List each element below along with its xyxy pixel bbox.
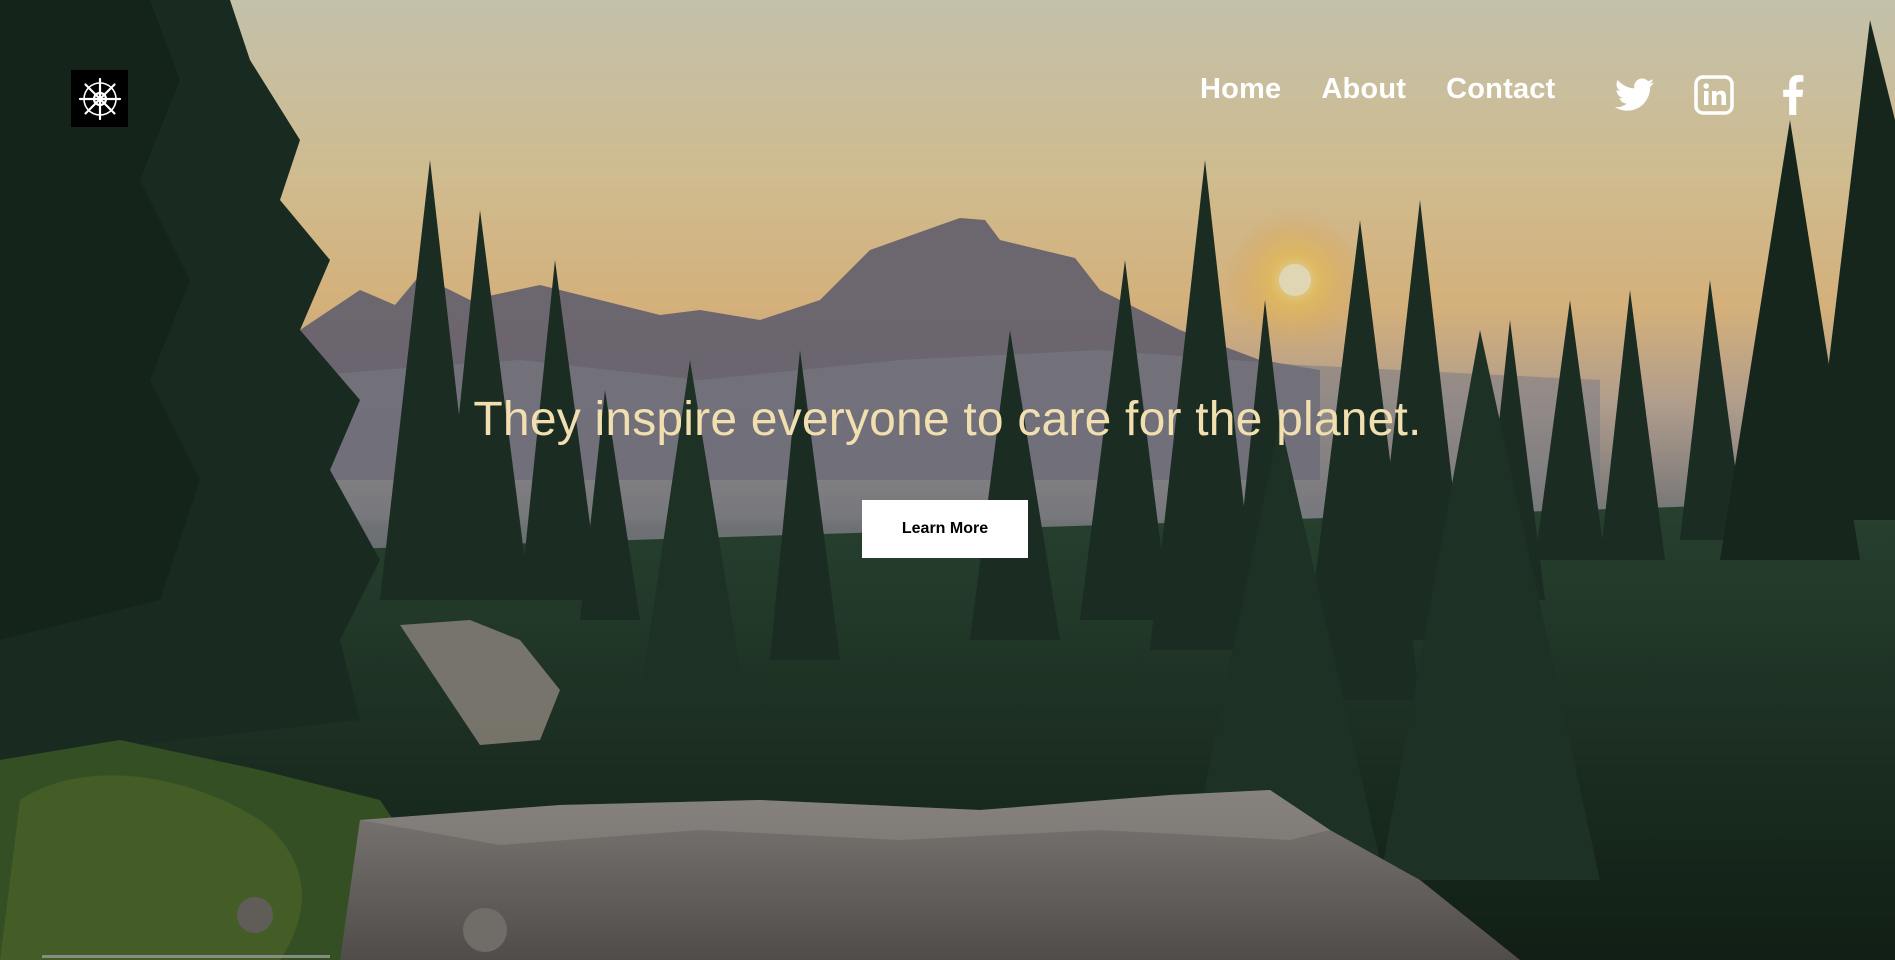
hero-background-image: [0, 0, 1895, 960]
main-nav: Home About Contact: [1200, 70, 1595, 108]
facebook-icon[interactable]: [1772, 74, 1814, 116]
nav-link-home[interactable]: Home: [1200, 73, 1281, 106]
site-logo[interactable]: [71, 70, 128, 127]
hero-headline: They inspire everyone to care for the pl…: [473, 393, 1422, 446]
nav-link-contact[interactable]: Contact: [1446, 73, 1555, 106]
hero-section: Home About Contact They inspire everyone…: [0, 0, 1895, 960]
social-links: [1614, 74, 1851, 116]
snowflake-wheel-logo-icon: [78, 77, 121, 120]
twitter-icon[interactable]: [1614, 74, 1656, 116]
nav-link-about[interactable]: About: [1321, 73, 1406, 106]
learn-more-button[interactable]: Learn More: [862, 500, 1028, 558]
horizontal-scrollbar[interactable]: [42, 955, 330, 958]
linkedin-icon[interactable]: [1693, 74, 1735, 116]
